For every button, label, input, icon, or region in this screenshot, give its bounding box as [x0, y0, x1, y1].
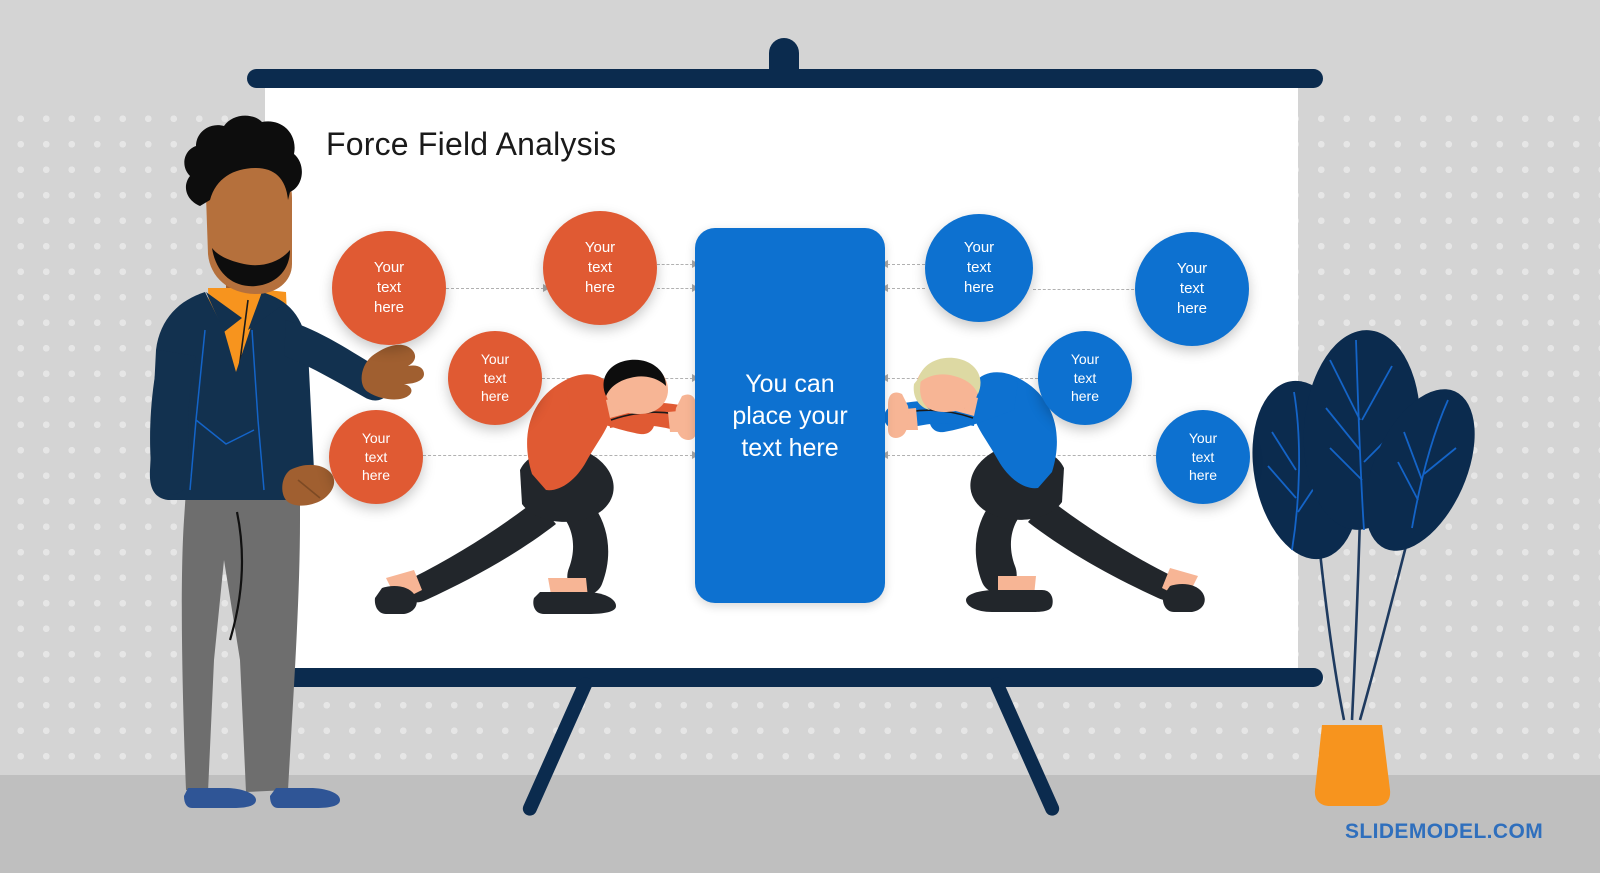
- force-connector-line: [887, 264, 925, 265]
- bubble-line: here: [1176, 299, 1208, 317]
- driving-force-bubble-label: Your text here: [362, 429, 390, 484]
- bubble-line: here: [361, 467, 390, 484]
- bubble-line: Your: [584, 239, 616, 257]
- restraining-force-bubble[interactable]: Your text here: [1126, 223, 1258, 355]
- force-connector-line: [423, 455, 693, 456]
- bubble-line: here: [480, 388, 509, 405]
- driving-force-bubble[interactable]: Your text here: [534, 202, 666, 334]
- driving-force-bubble[interactable]: Your text here: [323, 222, 455, 354]
- driving-force-bubble-label: Your text here: [374, 258, 404, 317]
- force-connector-line: [887, 455, 1156, 456]
- restraining-force-bubble-label: Your text here: [1071, 350, 1099, 405]
- bubble-line: text: [1073, 369, 1097, 386]
- bubble-line: here: [373, 298, 405, 316]
- bubble-line: Your: [1176, 260, 1208, 278]
- whiteboard-top-bar: [247, 69, 1323, 88]
- restraining-force-bubble-label: Your text here: [964, 238, 994, 297]
- center-issue-box-line: text here: [741, 433, 839, 462]
- driving-force-bubble[interactable]: Your text here: [439, 322, 551, 434]
- bubble-line: Your: [1188, 430, 1218, 447]
- force-connector-line: [657, 288, 693, 289]
- restraining-force-bubble[interactable]: Your text here: [916, 205, 1042, 331]
- restraining-force-bubble-label: Your text here: [1177, 259, 1207, 318]
- bubble-line: here: [584, 278, 616, 296]
- bubble-line: text: [364, 448, 388, 465]
- force-connector-line: [446, 288, 544, 289]
- bubble-line: Your: [1070, 351, 1100, 368]
- bubble-line: text: [1179, 280, 1205, 298]
- restraining-force-bubble[interactable]: Your text here: [1029, 322, 1141, 434]
- driving-force-bubble[interactable]: Your text here: [320, 401, 432, 513]
- bubble-line: here: [1070, 388, 1099, 405]
- bubble-line: text: [587, 259, 613, 277]
- force-connector-line: [1033, 289, 1139, 290]
- force-connector-line: [657, 264, 693, 265]
- center-issue-box[interactable]: You can place your text here: [695, 228, 885, 603]
- bubble-line: Your: [963, 239, 995, 257]
- driving-force-bubble-label: Your text here: [585, 238, 615, 297]
- force-connector-line: [542, 378, 693, 379]
- bubble-line: text: [966, 259, 992, 277]
- bubble-line: here: [1188, 467, 1217, 484]
- whiteboard-bottom-bar: [247, 668, 1323, 687]
- restraining-force-bubble-label: Your text here: [1189, 429, 1217, 484]
- restraining-force-bubble[interactable]: Your text here: [1147, 401, 1259, 513]
- force-connector-line: [887, 378, 1038, 379]
- slidemodel-watermark: SLIDEMODEL.COM: [1345, 820, 1544, 843]
- center-issue-box-line: You can: [745, 369, 835, 398]
- bubble-line: Your: [361, 430, 391, 447]
- force-connector-line: [887, 288, 925, 289]
- driving-force-bubble-label: Your text here: [481, 350, 509, 405]
- center-issue-box-text: You can place your text here: [722, 368, 857, 464]
- bubble-line: here: [963, 278, 995, 296]
- slide-title: Force Field Analysis: [326, 126, 617, 162]
- center-issue-box-line: place your: [732, 401, 848, 430]
- bubble-line: Your: [480, 351, 510, 368]
- slide-canvas: Force Field Analysis You can place your …: [0, 0, 1600, 873]
- bubble-line: text: [1191, 448, 1215, 465]
- bubble-line: text: [376, 279, 402, 297]
- bubble-line: text: [483, 369, 507, 386]
- bubble-line: Your: [373, 259, 405, 277]
